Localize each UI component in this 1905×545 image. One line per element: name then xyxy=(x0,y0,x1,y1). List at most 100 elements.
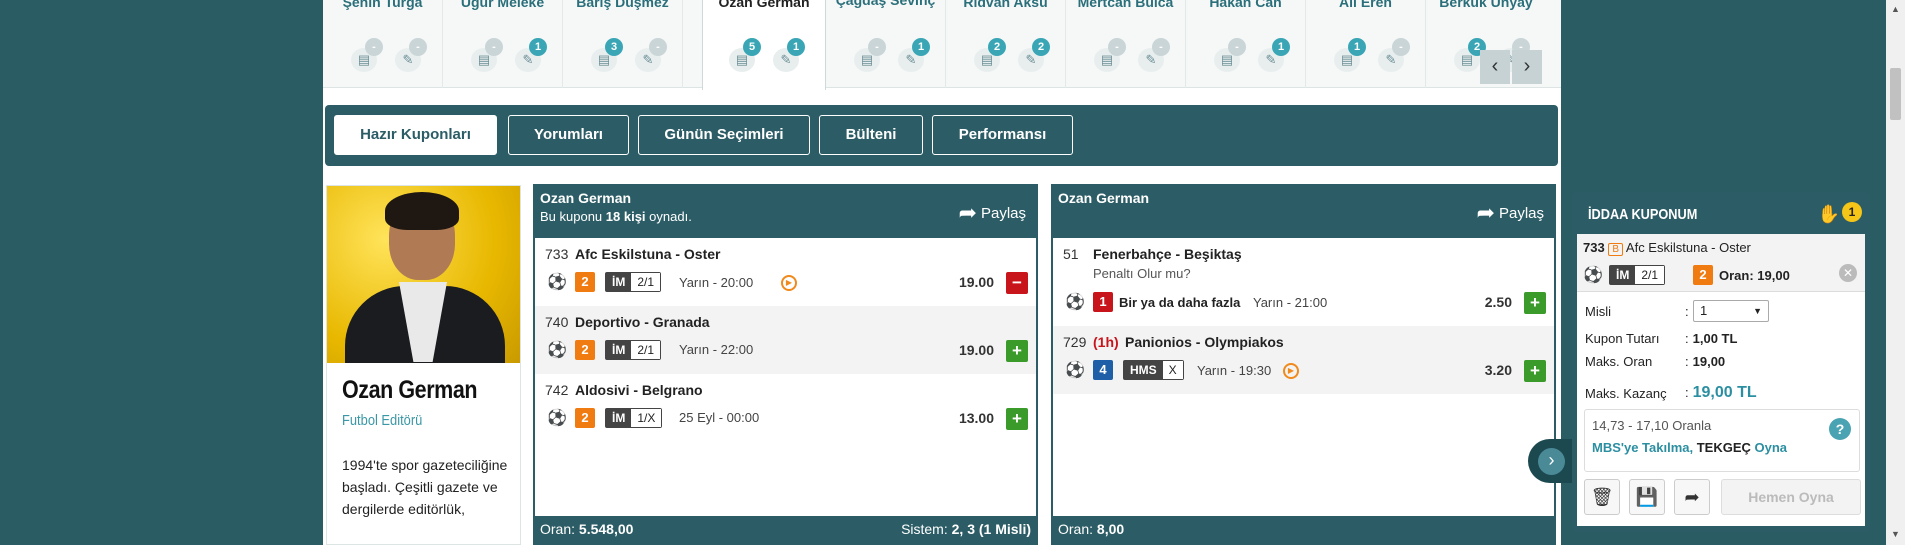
tab-hazir-kuponlari[interactable]: Hazır Kuponları xyxy=(334,115,497,155)
editor-tab[interactable]: Barış Duşmez ▤ 3 ✎ - xyxy=(563,0,683,88)
trash-icon: 🗑 xyxy=(1590,487,1614,507)
editor-tab[interactable]: Uğur Meleke ▤ - ✎ 1 xyxy=(443,0,563,88)
live-play-icon[interactable]: ▶ xyxy=(781,275,797,291)
editor-tab[interactable]: Çağdaş Sevinç ▤ - ✎ 1 xyxy=(826,0,946,88)
tab-bulteni[interactable]: Bülteni xyxy=(819,115,923,155)
share-button[interactable]: ➦ Paylaş xyxy=(1477,200,1544,226)
editor-tab[interactable]: Hakan Can ▤ - ✎ 1 xyxy=(1186,0,1306,88)
chevron-right-icon: › xyxy=(1538,448,1565,475)
bet-description: Bir ya da daha fazla xyxy=(1119,295,1241,310)
slip-count-badge: 1 xyxy=(1842,202,1862,222)
editor-name: Ozan German xyxy=(718,0,810,10)
coupon-author: Ozan German xyxy=(540,190,632,206)
bet-type: İM 2/1 xyxy=(1609,265,1666,285)
count-badge: 2 xyxy=(1032,38,1050,56)
football-icon: ⚽ xyxy=(547,410,567,427)
share-button[interactable]: ➦ Paylaş xyxy=(959,200,1026,226)
profile-name: Ozan German xyxy=(342,376,478,404)
editor-profile: Ozan German Futbol Editörü 1994'te spor … xyxy=(326,185,521,545)
prev-arrow-button[interactable]: ‹ xyxy=(1480,50,1510,84)
page-scrollbar[interactable]: ▲ ▼ xyxy=(1886,0,1905,545)
editor-tabs-bar: Hazır Kuponları Yorumları Günün Seçimler… xyxy=(325,105,1558,166)
close-icon[interactable]: ✕ xyxy=(1839,264,1857,282)
count-badge: 1 xyxy=(1348,38,1366,56)
bet-type: İM 2/1 xyxy=(605,340,662,360)
live-play-icon[interactable]: ▶ xyxy=(1283,363,1299,379)
remove-selection-button[interactable]: − xyxy=(1006,272,1028,294)
count-badge: - xyxy=(365,38,383,56)
trash-button[interactable]: 🗑 xyxy=(1584,479,1620,515)
mbs-badge: 2 xyxy=(575,272,595,292)
editor-name: Şenin Turga xyxy=(342,0,423,10)
editor-name: Uğur Meleke xyxy=(460,0,545,10)
editor-name: Rıdvan Aksu xyxy=(963,0,1048,10)
count-badge: - xyxy=(1228,38,1246,56)
save-icon: 💾 xyxy=(1635,487,1659,507)
editor-tab[interactable]: Rıdvan Aksu ▤ 2 ✎ 2 xyxy=(946,0,1066,88)
coupon-played: Bu kuponu 18 kişi oynadı. xyxy=(540,209,692,224)
coupon-author: Ozan German xyxy=(1058,190,1150,206)
bet-type: İM 1/X xyxy=(605,408,663,428)
editor-name: Ali Eren xyxy=(1339,0,1392,10)
editor-name: Mertcan Bulca xyxy=(1077,0,1174,10)
count-badge: - xyxy=(1108,38,1126,56)
editor-tab[interactable]: Ali Eren ▤ 1 ✎ - xyxy=(1306,0,1426,88)
misli-select[interactable]: 1 ▼ xyxy=(1693,300,1769,322)
editor-tab[interactable]: Şenin Turga ▤ - ✎ - xyxy=(323,0,443,88)
football-icon: ⚽ xyxy=(1065,362,1085,379)
help-icon[interactable]: ? xyxy=(1829,418,1851,440)
bet-type: İM 2/1 xyxy=(605,272,662,292)
coupon-footer: Oran: 5.548,00 Sistem: 2, 3 (1 Misli) xyxy=(535,516,1036,543)
count-badge: 1 xyxy=(529,38,547,56)
chevron-down-icon: ▼ xyxy=(1753,306,1762,316)
football-icon: ⚽ xyxy=(547,274,567,291)
play-now-button[interactable]: Hemen Oyna xyxy=(1721,479,1861,515)
add-selection-button[interactable]: + xyxy=(1524,360,1546,382)
next-arrow-button[interactable]: › xyxy=(1512,50,1542,84)
count-badge: - xyxy=(485,38,503,56)
coupon-card: Ozan German ➦ Paylaş 51 Fenerbahçe - Beşi… xyxy=(1051,184,1556,545)
mbs-badge: 1 xyxy=(1093,292,1113,312)
editor-tab-active[interactable]: Ozan German ▤ 5 ✎ 1 xyxy=(702,0,826,90)
football-icon: ⚽ xyxy=(1583,267,1603,284)
half-tag: (1h) xyxy=(1093,334,1119,350)
add-selection-button[interactable]: + xyxy=(1524,292,1546,314)
live-tag: B xyxy=(1608,243,1623,256)
share-icon: ➦ xyxy=(1476,200,1495,225)
football-icon: ⚽ xyxy=(547,342,567,359)
count-badge: - xyxy=(868,38,886,56)
main-page: Şenin Turga ▤ - ✎ - Uğur Meleke ▤ - ✎ 1 Barış Du… xyxy=(323,0,1561,545)
count-badge: 1 xyxy=(787,38,805,56)
add-selection-button[interactable]: + xyxy=(1006,408,1028,430)
profile-role: Futbol Editörü xyxy=(342,412,423,429)
scroll-up-icon: ▲ xyxy=(1891,4,1900,14)
expand-panel-button[interactable]: › xyxy=(1528,439,1574,483)
editor-name: Barış Duşmez xyxy=(576,0,669,10)
save-button[interactable]: 💾 xyxy=(1629,479,1665,515)
editor-tab[interactable]: Mertcan Bulca ▤ - ✎ - xyxy=(1066,0,1186,88)
tab-performansi[interactable]: Performansı xyxy=(932,115,1073,155)
count-badge: 1 xyxy=(1272,38,1290,56)
editor-name: Hakan Can xyxy=(1209,0,1282,10)
editor-photo xyxy=(327,186,520,363)
mbs-badge: 2 xyxy=(1693,265,1713,285)
add-selection-button[interactable]: + xyxy=(1006,340,1028,362)
count-badge: - xyxy=(409,38,427,56)
tab-gunun-secimleri[interactable]: Günün Seçimleri xyxy=(638,115,810,155)
count-badge: 3 xyxy=(605,38,623,56)
info-box: 14,73 - 17,10 Oranla MBS'ye Takılma, TEK… xyxy=(1584,409,1860,472)
coupon-card: Ozan German Bu kuponu 18 kişi oynadı. ➦ P… xyxy=(533,184,1038,545)
scroll-down-icon: ▼ xyxy=(1891,529,1900,539)
match-row: 729 (1h) Panionios - Olympiakos ⚽ 4 HMS X… xyxy=(1053,326,1554,394)
tab-yorumlari[interactable]: Yorumları xyxy=(508,115,629,155)
share-slip-button[interactable]: ➦ xyxy=(1674,479,1710,515)
count-badge: 1 xyxy=(912,38,930,56)
match-row: 742 Aldosivi - Belgrano ⚽ 2 İM 1/X 25 Eyl… xyxy=(535,374,1036,442)
bet-slip: İDDAA KUPONUM ✋ 1 733 B Afc Eskilstuna -… xyxy=(1572,192,1870,532)
scrollbar-thumb[interactable] xyxy=(1890,68,1901,120)
bet-slip-title: İDDAA KUPONUM xyxy=(1588,206,1698,223)
match-row: 51 Fenerbahçe - Beşiktaş Penaltı Olur mu… xyxy=(1053,238,1554,326)
count-badge: - xyxy=(1152,38,1170,56)
count-badge: 2 xyxy=(988,38,1006,56)
editors-strip: Şenin Turga ▤ - ✎ - Uğur Meleke ▤ - ✎ 1 Barış Du… xyxy=(323,0,1561,90)
